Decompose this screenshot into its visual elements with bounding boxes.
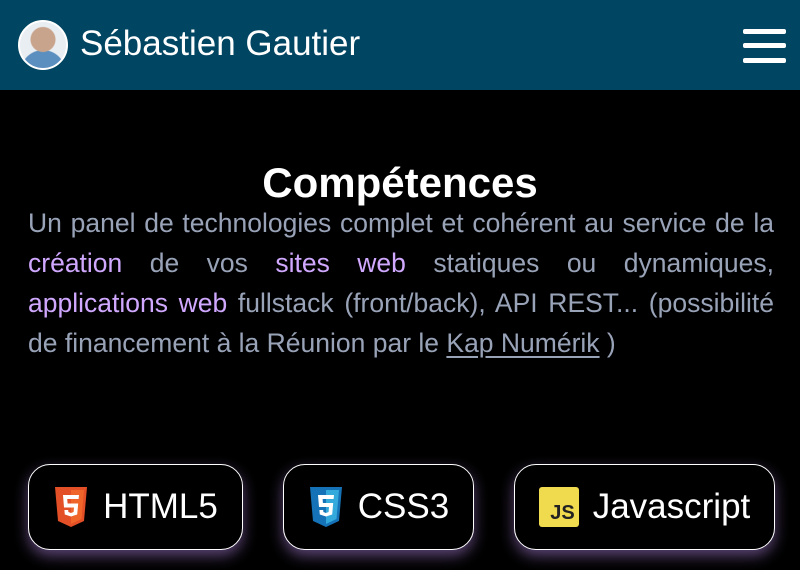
javascript-icon-text: JS	[550, 502, 575, 524]
avatar[interactable]	[18, 20, 68, 70]
intro-text: Un panel de technologies complet et cohé…	[28, 208, 774, 238]
intro-paragraph: Un panel de technologies complet et cohé…	[28, 203, 774, 363]
intro-text: statiques ou dynamiques,	[405, 248, 774, 278]
skill-label: HTML5	[103, 487, 218, 526]
skill-label: Javascript	[592, 487, 751, 526]
page-title: Compétences	[262, 158, 538, 206]
highlight-creation: création	[28, 248, 123, 278]
skill-label: CSS3	[357, 487, 450, 526]
hamburger-menu-icon[interactable]	[743, 27, 787, 65]
html5-icon	[55, 487, 88, 527]
intro-text: de vos	[122, 248, 276, 278]
css3-icon	[309, 487, 342, 527]
site-name[interactable]: Sébastien Gautier	[80, 22, 360, 66]
highlight-sites-web: sites web	[275, 248, 406, 278]
skill-javascript[interactable]: JS Javascript	[514, 464, 775, 550]
skill-html5[interactable]: HTML5	[28, 464, 243, 550]
intro-text: )	[599, 328, 616, 358]
highlight-applications-web: applications web	[28, 288, 228, 318]
javascript-icon: JS	[538, 487, 579, 527]
skill-css3[interactable]: CSS3	[283, 464, 474, 550]
site-header: Sébastien Gautier	[0, 0, 800, 90]
kap-numerik-link[interactable]: Kap Numérik	[446, 328, 599, 358]
